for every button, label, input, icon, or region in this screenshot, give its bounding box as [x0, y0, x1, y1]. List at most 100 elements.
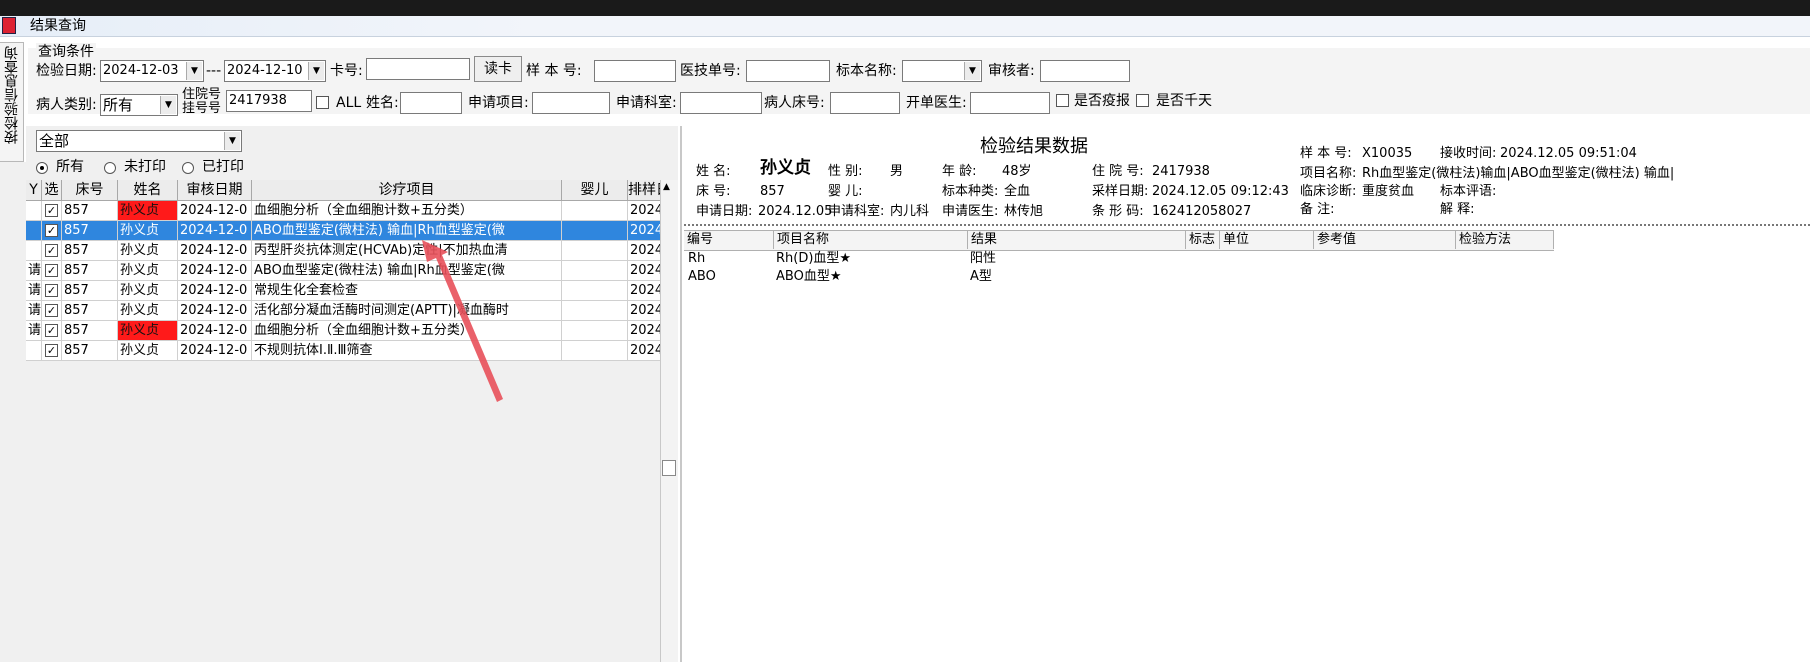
row-flag [26, 201, 42, 220]
sample-no-input[interactable] [594, 60, 676, 82]
result-col-unit[interactable]: 单位 [1220, 231, 1314, 249]
inpatient-label-1: 住院号 [182, 87, 222, 102]
chevron-down-icon: ▼ [186, 62, 202, 80]
apply-dept-input[interactable] [680, 92, 762, 114]
table-row[interactable]: 请✓ 857孙义贞2024-12-0血细胞分析（全血细胞计数+五分类） 2024-1 [26, 321, 662, 341]
check-icon[interactable]: ✓ [45, 344, 58, 357]
row-date: 2024-12-0 [178, 281, 252, 300]
doctor-input[interactable] [970, 92, 1050, 114]
result-col-name[interactable]: 项目名称 [774, 231, 968, 249]
dry-checkbox[interactable] [1136, 94, 1149, 107]
detail-diagnosis-label: 临床诊断: [1300, 184, 1357, 199]
row-checkbox[interactable]: ✓ [42, 221, 62, 240]
row-checkbox[interactable]: ✓ [42, 341, 62, 360]
row-baby [562, 281, 628, 300]
row-checkbox[interactable]: ✓ [42, 241, 62, 260]
col-header-bed[interactable]: 床号 [62, 180, 118, 200]
row-flag: 请 [28, 261, 42, 280]
check-icon[interactable]: ✓ [45, 264, 58, 277]
check-icon[interactable]: ✓ [45, 324, 58, 337]
col-header-flag[interactable]: Y [26, 180, 42, 200]
patient-type-select[interactable]: 所有 ▼ [100, 94, 178, 116]
detail-specimen-type-label: 标本种类: [942, 184, 999, 199]
row-name: 孙义贞 [118, 221, 178, 240]
tech-no-input[interactable] [746, 60, 830, 82]
print-filter-select[interactable]: 全部 ▼ [36, 130, 242, 152]
table-row[interactable]: ✓ 857 孙义贞 2024-12-0 ABO血型鉴定(微柱法) 输血|Rh血型鉴定(微… [26, 221, 662, 241]
date-from-value: 2024-12-03 [103, 63, 179, 78]
table-row[interactable]: 请✓ 857孙义贞2024-12-0常规生化全套检查 2024-1 [26, 281, 662, 301]
inpatient-input[interactable]: 2417938 [226, 90, 312, 112]
result-code: ABO [688, 269, 716, 284]
grid-scrollbar[interactable]: ▲ [660, 180, 678, 662]
radio-printed[interactable] [182, 162, 194, 174]
result-col-result[interactable]: 结果 [968, 231, 1186, 249]
result-col-flag[interactable]: 标志 [1186, 231, 1220, 249]
row-item: 丙型肝炎抗体测定(HCVAb)定性|不加热血清 [252, 241, 562, 260]
card-input[interactable] [366, 58, 470, 80]
row-date: 2024-12-0 [178, 241, 252, 260]
col-header-date[interactable]: 审核日期 [178, 180, 252, 200]
inpatient-label-2: 挂号号 [182, 101, 222, 116]
col-header-item[interactable]: 诊疗项目 [252, 180, 562, 200]
col-header-select[interactable]: 选 [42, 180, 62, 200]
row-sort: 2024-1 [628, 281, 662, 300]
check-icon[interactable]: ✓ [45, 284, 58, 297]
detail-specimen-type-value: 全血 [1004, 184, 1031, 199]
row-item: 常规生化全套检查 [252, 281, 562, 300]
row-bed: 857 [62, 341, 118, 360]
reviewer-label: 审核者: [988, 63, 1035, 79]
date-to-picker[interactable]: 2024-12-10 ▼ [224, 60, 326, 82]
row-checkbox[interactable]: ✓ [42, 261, 62, 280]
dry-label: 是否千天 [1156, 93, 1212, 109]
col-header-name[interactable]: 姓名 [118, 180, 178, 200]
detail-barcode-value: 162412058027 [1152, 204, 1252, 219]
row-checkbox[interactable]: ✓ [42, 201, 62, 220]
radio-all[interactable] [36, 162, 48, 174]
all-checkbox[interactable] [316, 96, 329, 109]
row-sort: 2024-1 [628, 201, 662, 220]
row-checkbox[interactable]: ✓ [42, 281, 62, 300]
read-card-button[interactable]: 读卡 [474, 56, 522, 82]
bed-input[interactable] [830, 92, 900, 114]
name-input[interactable] [400, 92, 462, 114]
detail-item-name-value: Rh血型鉴定(微柱法)输血|ABO血型鉴定(微柱法) 输血| [1362, 166, 1675, 181]
table-row[interactable]: 请 ✓ 857 孙义贞 2024-12-0 活化部分凝血活酶时间测定(APTT)|凝血酶时… [26, 301, 662, 321]
table-row[interactable]: ✓ 857 孙义贞 2024-12-0 丙型肝炎抗体测定(HCVAb)定性|不加热血清 2… [26, 241, 662, 261]
scroll-up-icon[interactable]: ▲ [663, 182, 670, 192]
check-icon[interactable]: ✓ [45, 244, 58, 257]
scrollbar-thumb[interactable] [662, 460, 676, 476]
row-flag [26, 241, 42, 260]
table-row[interactable]: ✓ 857孙义贞2024-12-0不规则抗体Ⅰ.Ⅱ.Ⅲ筛查 2024-1 [26, 341, 662, 361]
reviewer-input[interactable] [1040, 60, 1130, 82]
col-header-baby[interactable]: 婴儿 [562, 180, 628, 200]
result-col-method[interactable]: 检验方法 [1456, 231, 1554, 249]
radio-printed-label: 已打印 [202, 159, 244, 175]
radio-unprinted[interactable] [104, 162, 116, 174]
check-icon[interactable]: ✓ [45, 224, 58, 237]
side-tab-label: 按检验信息查询 [4, 46, 20, 144]
specimen-select[interactable]: ▼ [902, 60, 982, 82]
row-bed: 857 [62, 241, 118, 260]
col-header-sort[interactable]: 排样日 [628, 180, 662, 200]
apply-item-input[interactable] [532, 92, 610, 114]
epidemic-checkbox[interactable] [1056, 94, 1069, 107]
result-col-ref[interactable]: 参考值 [1314, 231, 1456, 249]
sample-no-label: 样 本 号: [526, 63, 582, 79]
table-row[interactable]: ✓ 857孙义贞2024-12-0血细胞分析（全血细胞计数+五分类） 2024-1 [26, 201, 662, 221]
detail-inpatient-label: 住 院 号: [1092, 164, 1144, 179]
check-icon[interactable]: ✓ [45, 204, 58, 217]
row-bed: 857 [62, 281, 118, 300]
row-checkbox[interactable]: ✓ [42, 321, 62, 340]
table-row[interactable]: 请 ✓ 857 孙义贞 2024-12-0 ABO血型鉴定(微柱法) 输血|Rh血型鉴定(… [26, 261, 662, 281]
row-item: 血细胞分析（全血细胞计数+五分类） [252, 321, 562, 340]
date-from-picker[interactable]: 2024-12-03 ▼ [100, 60, 204, 82]
window-titlebar [0, 16, 1810, 37]
detail-inpatient-value: 2417938 [1152, 164, 1210, 179]
grid-header: Y 选 床号 姓名 审核日期 诊疗项目 婴儿 排样日 [26, 180, 662, 201]
result-col-code[interactable]: 编号 [684, 231, 774, 249]
detail-apply-dept-value: 内儿科 [890, 204, 930, 219]
left-strip [0, 162, 26, 662]
row-checkbox[interactable]: ✓ [42, 301, 62, 320]
check-icon[interactable]: ✓ [45, 304, 58, 317]
